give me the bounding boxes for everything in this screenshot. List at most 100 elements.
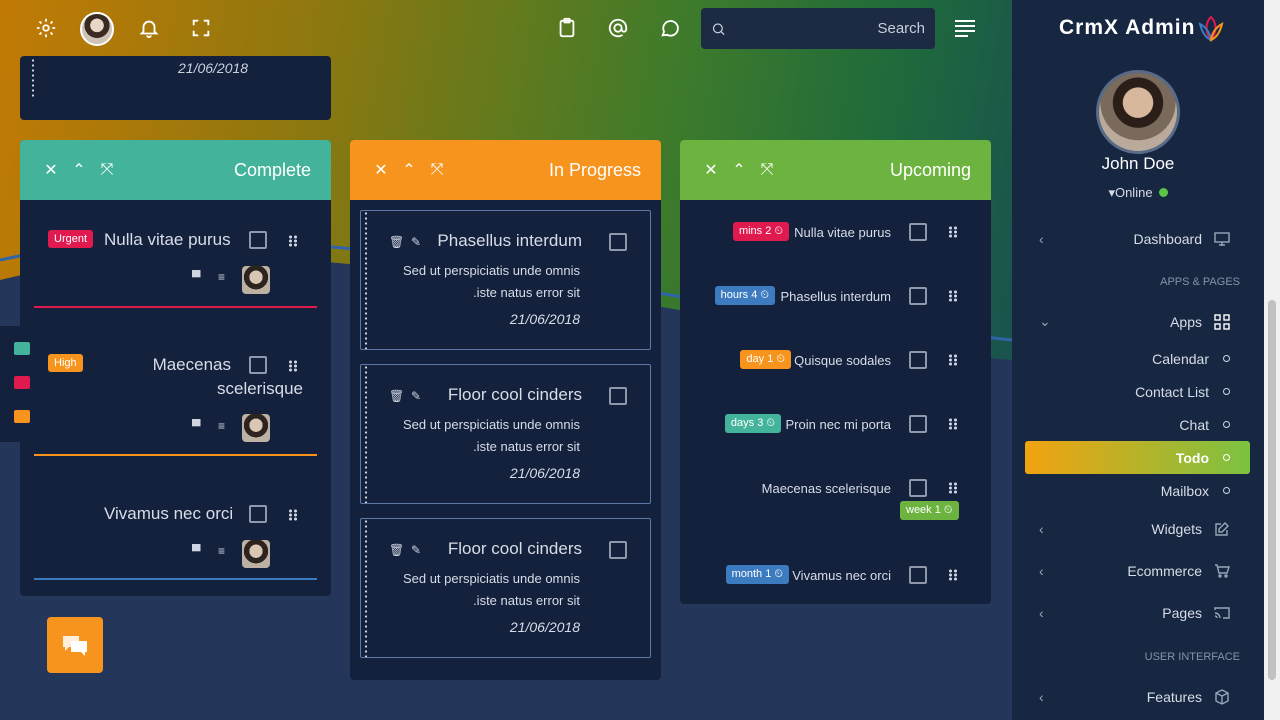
due-badge: month 1 ⏲ [725, 565, 789, 584]
task-card[interactable]: 🗑 ✎ Phasellus interdum Sed ut perspiciat… [360, 210, 651, 350]
top-bar [0, 0, 1012, 56]
profile-status[interactable]: ▾Online [1012, 185, 1264, 201]
collapse-icon[interactable]: ⌃ [72, 160, 86, 180]
task-checkbox[interactable] [249, 505, 267, 523]
task-checkbox[interactable] [609, 233, 627, 251]
task-checkbox[interactable] [909, 223, 927, 241]
at-icon[interactable] [604, 14, 632, 42]
task-checkbox[interactable] [249, 356, 267, 374]
task-name: Nulla vitae purus [794, 225, 891, 240]
edit-icon[interactable]: ✎ [411, 543, 421, 557]
section-label: USER INTERFACE [1144, 651, 1240, 663]
drag-handle[interactable] [363, 211, 369, 349]
drag-handle[interactable] [948, 482, 958, 494]
task-card[interactable]: 🗑 ✎ Floor cool cinders Sed ut perspiciat… [360, 364, 651, 504]
scrollbar-thumb[interactable] [1268, 300, 1276, 680]
task-checkbox[interactable] [909, 415, 927, 433]
nav-widgets[interactable]: ‹ Widgets [1025, 512, 1250, 545]
nav-dashboard[interactable]: ‹ Dashboard [1025, 222, 1250, 255]
online-indicator [1158, 188, 1168, 197]
edit-icon[interactable]: ✎ [411, 235, 421, 249]
search-input[interactable] [726, 20, 925, 37]
list-icon[interactable]: ≡ [218, 270, 225, 284]
nav-chat[interactable]: Chat [1025, 408, 1250, 441]
task-date: 21/06/2018 [178, 60, 249, 76]
drag-handle[interactable] [288, 509, 298, 521]
nav-mailbox[interactable]: Mailbox [1025, 474, 1250, 507]
task-item[interactable]: Urgent Nulla vitae purus ▀ ≡ [20, 200, 331, 312]
task-item[interactable]: Maecenas scelerisque week 1 ⏲ [680, 468, 991, 528]
nav-calendar[interactable]: Calendar [1025, 342, 1250, 375]
task-name-line2: scelerisque [217, 379, 303, 398]
drag-handle[interactable] [948, 418, 958, 430]
comment-icon[interactable]: ▀ [192, 544, 201, 558]
task-checkbox[interactable] [909, 566, 927, 584]
task-item[interactable]: Vivamus nec orci ▀ ≡ [20, 474, 331, 584]
expand-icon[interactable]: ⤧ [100, 161, 114, 179]
chat-bubble-icon[interactable] [656, 14, 684, 42]
trash-icon[interactable]: 🗑 [389, 543, 404, 557]
drag-handle[interactable] [948, 290, 958, 302]
task-name: Nulla vitae purus [104, 230, 231, 249]
comment-icon[interactable]: ▀ [192, 270, 201, 284]
avatar[interactable] [80, 12, 114, 46]
drag-handle[interactable] [948, 226, 958, 238]
trash-icon[interactable]: 🗑 [389, 389, 404, 403]
drag-handle[interactable] [288, 360, 298, 372]
expand-icon[interactable]: ⤧ [430, 161, 444, 179]
search-box[interactable] [701, 8, 935, 49]
task-checkbox[interactable] [909, 479, 927, 497]
task-card[interactable]: 🗑 ✎ Floor cool cinders Sed ut perspiciat… [360, 518, 651, 658]
collapse-icon[interactable]: ⌃ [402, 160, 416, 180]
drag-handle[interactable] [363, 519, 369, 657]
task-item[interactable]: month 1 ⏲ Vivamus nec orci [680, 555, 991, 595]
brand-name[interactable]: CrmX Admin [1059, 16, 1195, 40]
task-item[interactable]: hours 4 ⏲ Phasellus interdum [680, 276, 991, 316]
task-checkbox[interactable] [909, 351, 927, 369]
task-item[interactable]: day 1 ⏲ Quisque sodales [680, 340, 991, 380]
chevron-left-icon: ‹ [1039, 562, 1044, 579]
task-item[interactable]: days 3 ⏲ Proin nec mi porta [680, 404, 991, 444]
image-icon[interactable] [14, 376, 30, 389]
collapse-icon[interactable]: ⌃ [732, 160, 746, 180]
nav-pages[interactable]: ‹ Pages [1025, 596, 1250, 629]
nav-ecommerce[interactable]: ‹ Ecommerce [1025, 554, 1250, 587]
task-checkbox[interactable] [249, 231, 267, 249]
bell-icon[interactable] [135, 14, 163, 42]
chevron-left-icon: ‹ [1039, 520, 1044, 537]
profile-avatar[interactable] [1096, 70, 1180, 154]
trash-icon[interactable]: 🗑 [389, 235, 404, 249]
clipboard-icon[interactable] [553, 14, 581, 42]
close-icon[interactable]: ✕ [704, 160, 718, 180]
task-checkbox[interactable] [609, 541, 627, 559]
list-icon[interactable]: ≡ [218, 544, 225, 558]
task-item[interactable]: High Maecenas scelerisque ▀ ≡ [20, 325, 331, 457]
edit-icon[interactable]: ✎ [411, 389, 421, 403]
priority-badge: Urgent [48, 230, 94, 248]
gear-icon[interactable] [32, 14, 60, 42]
task-item[interactable]: mins 2 ⏲ Nulla vitae purus [680, 212, 991, 252]
nav-contact-list[interactable]: Contact List [1025, 375, 1250, 408]
close-icon[interactable]: ✕ [374, 160, 388, 180]
drag-handle[interactable] [948, 354, 958, 366]
nav-todo[interactable]: Todo [1025, 441, 1250, 474]
drag-handle[interactable] [288, 235, 298, 247]
scrollbar[interactable] [1264, 0, 1280, 720]
chat-fab-button[interactable] [47, 617, 103, 673]
folder-icon[interactable] [14, 410, 30, 423]
camera-icon[interactable] [14, 342, 30, 355]
comment-icon[interactable]: ▀ [192, 419, 201, 433]
menu-icon[interactable] [954, 18, 976, 38]
task-checkbox[interactable] [909, 287, 927, 305]
fullscreen-icon[interactable] [187, 14, 215, 42]
drag-handle[interactable] [948, 569, 958, 581]
nav-features[interactable]: ‹ Features [1025, 680, 1250, 713]
bullet-icon [1223, 355, 1230, 362]
close-icon[interactable]: ✕ [44, 160, 58, 180]
list-icon[interactable]: ≡ [218, 419, 225, 433]
nav-apps[interactable]: ⌄ Apps [1025, 305, 1250, 338]
task-checkbox[interactable] [609, 387, 627, 405]
drag-handle[interactable] [363, 365, 369, 503]
expand-icon[interactable]: ⤧ [760, 161, 774, 179]
drag-handle[interactable] [30, 58, 36, 98]
